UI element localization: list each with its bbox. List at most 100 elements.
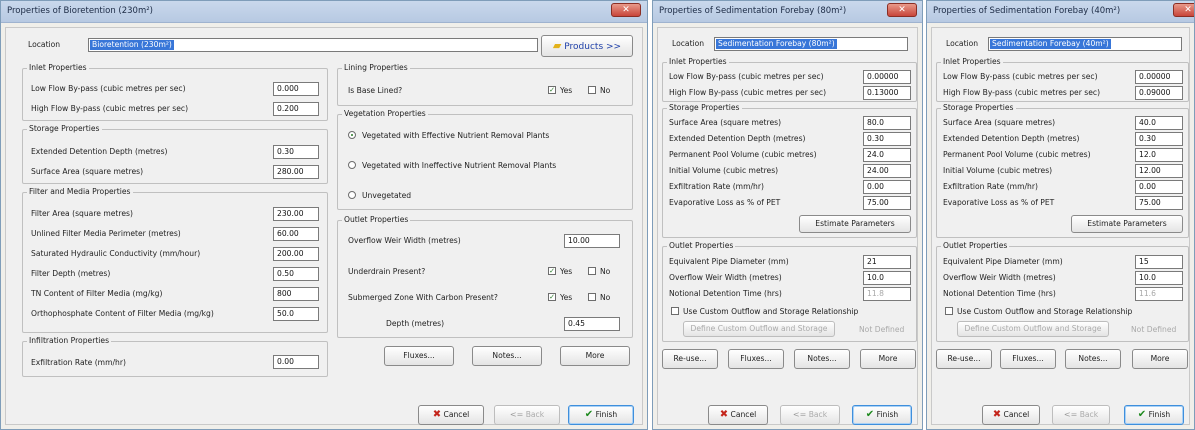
fluxes-button[interactable]: Fluxes... [384,346,454,366]
surface-area-input[interactable]: 40.0 [1135,116,1183,130]
location-input[interactable]: Bioretention (230m²) [88,38,538,52]
base-lined-no-checkbox[interactable] [588,86,596,94]
finish-button[interactable]: ✔ Finish [1124,405,1184,425]
underdrain-yes-checkbox[interactable]: ✓ [548,267,556,275]
field-label: High Flow By-pass (cubic metres per sec) [669,88,827,97]
overflow-weir-width-input[interactable]: 10.00 [564,234,620,248]
close-icon[interactable]: ✕ [887,3,917,17]
permanent-pool-volume-input[interactable]: 24.0 [863,148,911,162]
fluxes-button[interactable]: Fluxes... [1000,349,1056,369]
evaporative-loss-input[interactable]: 75.00 [1135,196,1183,210]
group-title: Inlet Properties [941,57,1003,66]
surface-area-input[interactable]: 280.00 [273,165,319,179]
surface-area-input[interactable]: 80.0 [863,116,911,130]
more-button[interactable]: More [560,346,630,366]
initial-volume-input[interactable]: 24.00 [863,164,911,178]
field-label: Notional Detention Time (hrs) [669,289,782,298]
filter-area-input[interactable]: 230.00 [273,207,319,221]
no-label: No [600,293,611,302]
extended-detention-depth-input[interactable]: 0.30 [273,145,319,159]
notes-button[interactable]: Notes... [472,346,542,366]
exfiltration-rate-input[interactable]: 0.00 [863,180,911,194]
field-label: Saturated Hydraulic Conductivity (mm/hou… [31,249,201,258]
fluxes-button[interactable]: Fluxes... [728,349,784,369]
orthophosphate-content-input[interactable]: 50.0 [273,307,319,321]
title-bar[interactable]: Properties of Bioretention (230m²) ✕ [1,1,647,23]
initial-volume-input[interactable]: 12.00 [1135,164,1183,178]
high-flow-bypass-input[interactable]: 0.13000 [863,86,911,100]
submerged-yes-checkbox[interactable]: ✓ [548,293,556,301]
pipe-diameter-input[interactable]: 15 [1135,255,1183,269]
custom-outflow-checkbox[interactable] [945,307,953,315]
permanent-pool-volume-input[interactable]: 12.0 [1135,148,1183,162]
location-input[interactable]: Sedimentation Forebay (80m²) [714,37,908,51]
overflow-weir-width-input[interactable]: 10.0 [863,271,911,285]
low-flow-bypass-input[interactable]: 0.000 [273,82,319,96]
finish-button[interactable]: ✔ Finish [852,405,912,425]
evaporative-loss-input[interactable]: 75.00 [863,196,911,210]
title-bar[interactable]: Properties of Sedimentation Forebay (40m… [927,1,1194,23]
location-label: Location [672,39,705,48]
base-lined-yes-checkbox[interactable]: ✓ [548,86,556,94]
hydraulic-conductivity-input[interactable]: 200.00 [273,247,319,261]
exfiltration-rate-input[interactable]: 0.00 [1135,180,1183,194]
more-button[interactable]: More [1132,349,1188,369]
low-flow-bypass-input[interactable]: 0.00000 [863,70,911,84]
close-icon[interactable]: ✕ [1173,3,1194,17]
overflow-weir-width-input[interactable]: 10.0 [1135,271,1183,285]
group-title: Storage Properties [941,103,1016,112]
cancel-button[interactable]: ✖ Cancel [708,405,768,425]
tn-content-input[interactable]: 800 [273,287,319,301]
unvegetated-radio[interactable] [348,191,356,199]
finish-label: Finish [595,410,618,419]
filter-depth-input[interactable]: 0.50 [273,267,319,281]
location-value: Sedimentation Forebay (40m²) [990,39,1111,49]
extended-detention-depth-input[interactable]: 0.30 [863,132,911,146]
title-bar[interactable]: Properties of Sedimentation Forebay (80m… [653,1,922,23]
exfiltration-rate-input[interactable]: 0.00 [273,355,319,369]
option-label: Vegetated with Ineffective Nutrient Remo… [362,161,557,170]
low-flow-bypass-input[interactable]: 0.00000 [1135,70,1183,84]
close-icon[interactable]: ✕ [611,3,641,17]
underdrain-no-checkbox[interactable] [588,267,596,275]
products-label: Products >> [564,42,622,52]
notes-button[interactable]: Notes... [794,349,850,369]
define-custom-outflow-button[interactable]: Define Custom Outflow and Storage [957,321,1109,337]
depth-input[interactable]: 0.45 [564,317,620,331]
cancel-label: Cancel [443,410,470,419]
reuse-button[interactable]: Re-use... [662,349,718,369]
vegetated-effective-radio[interactable] [348,131,356,139]
vegetated-ineffective-radio[interactable] [348,161,356,169]
lining-properties-group: Lining Properties Is Base Lined? ✓ Yes N… [337,63,633,106]
high-flow-bypass-input[interactable]: 0.200 [273,102,319,116]
back-button[interactable]: <= Back [780,405,840,425]
finish-button[interactable]: ✔ Finish [568,405,634,425]
folder-icon: ▰ [552,39,562,52]
location-input[interactable]: Sedimentation Forebay (40m²) [988,37,1182,51]
field-label: Surface Area (square metres) [943,118,1056,127]
extended-detention-depth-input[interactable]: 0.30 [1135,132,1183,146]
estimate-parameters-button[interactable]: Estimate Parameters [1071,215,1183,233]
define-custom-outflow-button[interactable]: Define Custom Outflow and Storage [683,321,835,337]
reuse-button[interactable]: Re-use... [936,349,992,369]
products-button[interactable]: ▰ Products >> [541,35,633,57]
high-flow-bypass-input[interactable]: 0.09000 [1135,86,1183,100]
group-title: Lining Properties [342,63,410,72]
submerged-no-checkbox[interactable] [588,293,596,301]
outlet-properties-group: Outlet Properties Equivalent Pipe Diamet… [662,241,917,342]
estimate-parameters-button[interactable]: Estimate Parameters [799,215,911,233]
back-button[interactable]: <= Back [494,405,560,425]
field-label: Surface Area (square metres) [31,167,144,176]
dialog-body: Location Sedimentation Forebay (40m²) In… [931,27,1190,425]
field-label: Evaporative Loss as % of PET [943,198,1055,207]
custom-outflow-checkbox[interactable] [671,307,679,315]
back-arrow-icon: <= [509,410,524,419]
notes-button[interactable]: Notes... [1065,349,1121,369]
filter-perimeter-input[interactable]: 60.00 [273,227,319,241]
cancel-button[interactable]: ✖ Cancel [982,405,1040,425]
back-button[interactable]: <= Back [1052,405,1110,425]
pipe-diameter-input[interactable]: 21 [863,255,911,269]
group-title: Outlet Properties [941,241,1010,250]
cancel-button[interactable]: ✖ Cancel [418,405,484,425]
more-button[interactable]: More [860,349,916,369]
